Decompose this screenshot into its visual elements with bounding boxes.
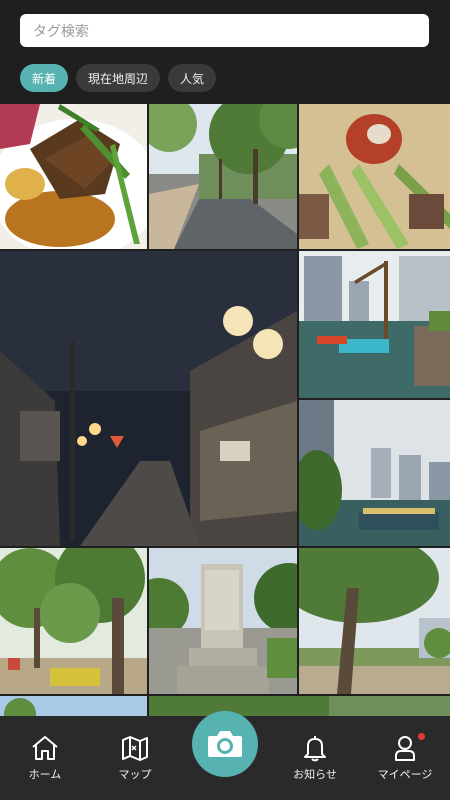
chip-popular[interactable]: 人気 [168, 64, 217, 92]
photo-stone-monument[interactable] [149, 548, 297, 694]
tab-notifications[interactable]: お知らせ [275, 732, 355, 782]
photo-river-towers[interactable] [299, 400, 450, 546]
tab-mypage-label: マイページ [377, 768, 433, 781]
tab-notifications-label: お知らせ [293, 768, 337, 781]
tab-map-label: マップ [118, 768, 152, 781]
tab-home[interactable]: ホーム [5, 732, 85, 782]
bell-icon [304, 736, 326, 762]
user-icon [395, 736, 415, 761]
tab-mypage[interactable]: マイページ [365, 732, 445, 782]
photo-night-street[interactable] [0, 251, 297, 546]
camera-button[interactable] [192, 711, 258, 777]
photo-grid [0, 104, 450, 716]
photo-noodles[interactable] [299, 104, 450, 249]
photo-harbor-crane[interactable] [299, 251, 450, 398]
search-input[interactable]: タグ検索 [20, 14, 429, 47]
notification-badge [418, 733, 425, 740]
photo-partial-1[interactable] [0, 696, 147, 716]
chip-new[interactable]: 新着 [20, 64, 69, 92]
photo-trees-park[interactable] [0, 548, 147, 694]
filter-chips: 新着 現在地周辺 人気 [20, 64, 217, 92]
photo-food-dish[interactable] [0, 104, 147, 249]
search-placeholder: タグ検索 [33, 23, 89, 40]
photo-big-tree-park[interactable] [299, 548, 450, 694]
photo-park-path[interactable] [149, 104, 297, 249]
camera-icon [208, 731, 242, 757]
chip-nearby[interactable]: 現在地周辺 [76, 64, 161, 92]
home-icon [32, 736, 58, 760]
tab-map[interactable]: マップ [95, 732, 175, 782]
photo-partial-2[interactable] [149, 696, 450, 716]
map-icon [122, 736, 148, 761]
tab-home-label: ホーム [28, 768, 62, 781]
